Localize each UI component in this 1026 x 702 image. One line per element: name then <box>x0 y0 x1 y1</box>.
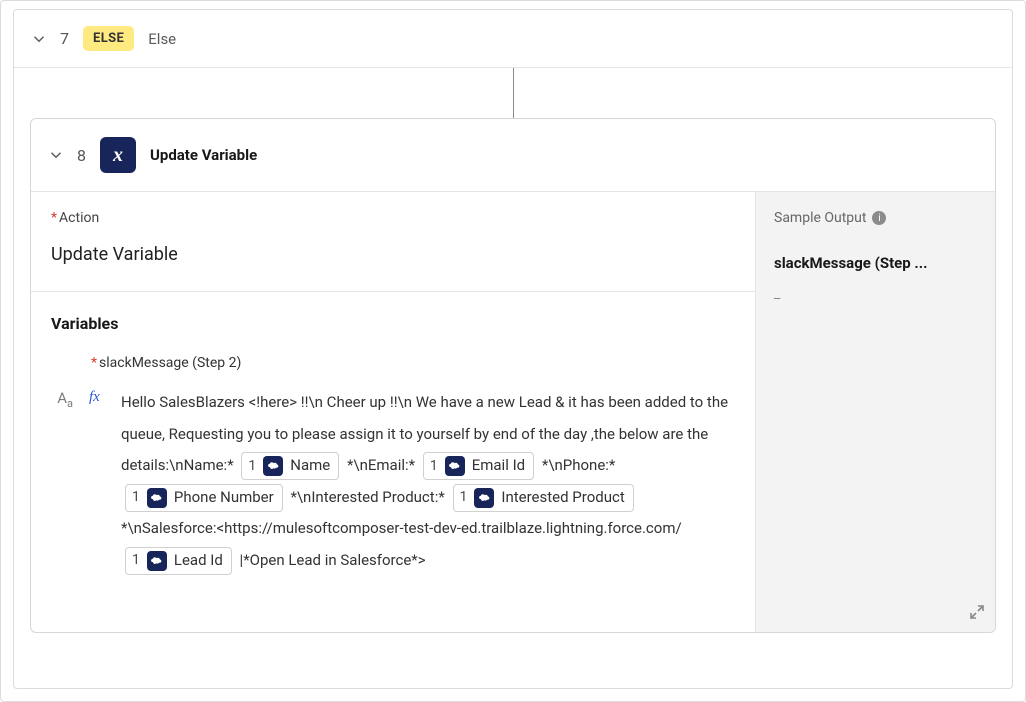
variables-heading: Variables <box>51 314 735 333</box>
pill-email[interactable]: 1 Email Id <box>423 452 534 480</box>
salesforce-icon <box>445 456 465 476</box>
pill-step: 1 <box>248 457 256 475</box>
variable-name: *slackMessage (Step 2) <box>91 355 735 371</box>
collapse-chevron-step8[interactable] <box>49 148 63 162</box>
action-value[interactable]: Update Variable <box>51 244 735 265</box>
sample-output-value: slackMessage (Step ... <box>774 254 977 272</box>
pill-phone[interactable]: 1 Phone Number <box>125 484 283 512</box>
flow-canvas: 7 ELSE Else 8 x Update Variable <box>13 9 1013 689</box>
pill-label: Email Id <box>472 456 525 476</box>
connector-line <box>513 68 514 118</box>
pill-step: 1 <box>460 488 468 506</box>
action-block: *Action Update Variable <box>31 192 755 292</box>
expr-text-3: *\nPhone:* <box>542 456 616 474</box>
info-icon[interactable]: i <box>872 211 886 225</box>
required-star: * <box>51 210 57 226</box>
step-7-number: 7 <box>60 29 69 48</box>
pill-label: Name <box>290 456 330 476</box>
step-8-header[interactable]: 8 x Update Variable <box>31 119 995 192</box>
pill-step: 1 <box>430 457 438 475</box>
pill-lead-id[interactable]: 1 Lead Id <box>125 547 232 575</box>
flow-body: 8 x Update Variable *Action Update Varia… <box>14 68 1012 688</box>
variable-name-text: slackMessage (Step 2) <box>99 355 241 371</box>
text-type-icon[interactable]: Aa <box>51 389 73 410</box>
step-8-number: 8 <box>77 146 86 165</box>
step-8-title: Update Variable <box>150 146 257 164</box>
action-label-text: Action <box>59 210 99 226</box>
expand-icon[interactable] <box>969 604 985 624</box>
main-column: *Action Update Variable Variables *slack… <box>31 192 755 632</box>
expr-text-6: |*Open Lead in Salesforce*> <box>240 551 426 569</box>
pill-label: Interested Product <box>501 488 624 508</box>
pill-name[interactable]: 1 Name <box>241 452 339 480</box>
pill-label: Lead Id <box>174 551 223 571</box>
sample-output-panel: Sample Output i slackMessage (Step ... _ <box>755 192 995 632</box>
required-star: * <box>91 355 97 371</box>
fx-icon[interactable]: fx <box>89 389 105 406</box>
action-label: *Action <box>51 210 735 226</box>
outer-frame: 7 ELSE Else 8 x Update Variable <box>0 0 1026 702</box>
step-7-header[interactable]: 7 ELSE Else <box>14 10 1012 68</box>
expr-text-2: *\nEmail:* <box>347 456 415 474</box>
pill-step: 1 <box>132 488 140 506</box>
else-label: Else <box>148 30 176 48</box>
expression-row: Aa fx Hello SalesBlazers <!here> !!\n Ch… <box>51 387 735 576</box>
connector-wrap <box>30 68 996 118</box>
salesforce-icon <box>147 551 167 571</box>
expression-editor[interactable]: Hello SalesBlazers <!here> !!\n Cheer up… <box>121 387 735 576</box>
pill-step: 1 <box>132 551 140 569</box>
pill-label: Phone Number <box>174 488 274 508</box>
sample-output-placeholder: _ <box>774 286 977 302</box>
sample-output-label-text: Sample Output <box>774 210 866 226</box>
else-pill: ELSE <box>83 26 134 51</box>
step-8-card: 8 x Update Variable *Action Update Varia… <box>30 118 996 633</box>
pill-product[interactable]: 1 Interested Product <box>453 484 634 512</box>
sample-output-label: Sample Output i <box>774 210 977 226</box>
expr-text-4: *\nInterested Product:* <box>290 488 444 506</box>
collapse-chevron-step7[interactable] <box>32 32 46 46</box>
expr-text-5: *\nSalesforce:<https://mulesoftcomposer-… <box>121 519 682 537</box>
variable-icon: x <box>100 137 136 173</box>
salesforce-icon <box>147 488 167 508</box>
salesforce-icon <box>263 456 283 476</box>
salesforce-icon <box>474 488 494 508</box>
card-content: *Action Update Variable Variables *slack… <box>31 192 995 632</box>
variables-block: Variables *slackMessage (Step 2) Aa fx H… <box>31 292 755 596</box>
